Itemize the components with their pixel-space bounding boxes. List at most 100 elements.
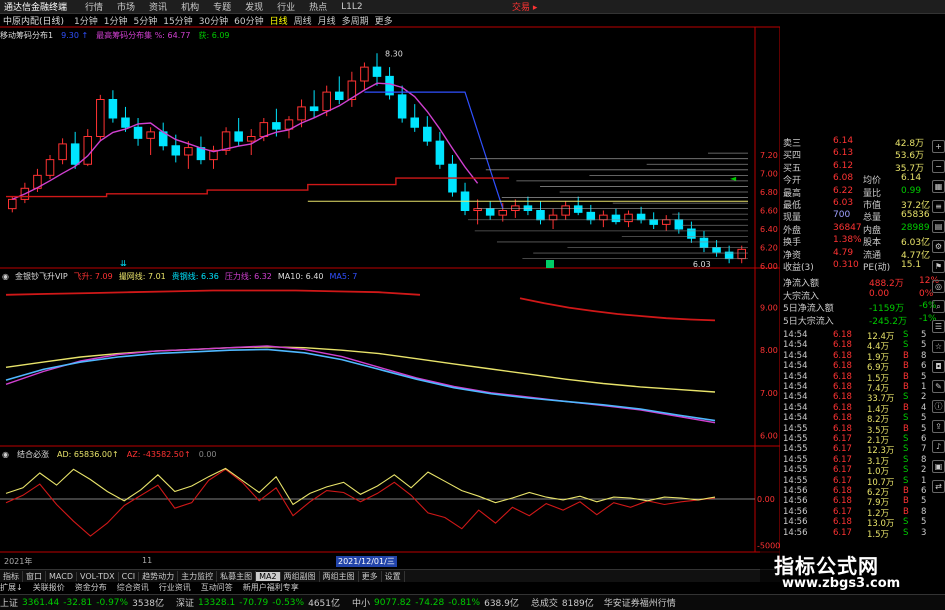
candle-body	[322, 91, 331, 112]
info-tab[interactable]: 关联报价	[33, 582, 65, 593]
tick-row: 14:55 6.17 3.1万 S 8	[783, 454, 933, 467]
candle-body	[624, 213, 633, 223]
watermark-url: www.zbgs3.com	[782, 576, 901, 591]
indicator-name[interactable]: 金银钞飞升VIP	[15, 271, 68, 282]
tick-price: 6.17	[833, 454, 852, 465]
quote-row: 今开 6.08 均价 6.14	[783, 173, 943, 186]
indicator-name[interactable]: 结合必涨	[17, 449, 49, 460]
indicator-tab[interactable]: 两组副图	[281, 570, 320, 582]
candle-body	[297, 106, 306, 121]
quote-label: 买五	[783, 163, 802, 174]
star-icon[interactable]: ☆	[932, 340, 945, 353]
quote-row: 卖三 6.14 42.8万	[783, 136, 943, 149]
indicator-tab[interactable]: 趋势动力	[139, 570, 179, 582]
ma-line	[12, 82, 479, 201]
broker-name[interactable]: 华安证券福州行情	[604, 596, 676, 609]
quote-row: 净资 4.79 流通 4.77亿	[783, 247, 943, 261]
quote-label: 收益(3)	[783, 263, 814, 273]
info-tab[interactable]: 资金分布	[75, 582, 107, 593]
bell-icon[interactable]: ♪	[932, 440, 945, 453]
info-tab[interactable]: 综合资讯	[117, 582, 149, 593]
info-tab[interactable]: 扩展↓	[0, 582, 23, 593]
candle-body	[636, 213, 646, 221]
indicator-tab[interactable]: MACD	[46, 571, 77, 581]
indicator-tab[interactable]: 主力监控	[178, 570, 218, 582]
tick-row: 14:54 6.18 12.4万 S 5	[783, 330, 933, 342]
gear-icon[interactable]: ◉	[2, 272, 9, 281]
tick-side: B	[903, 506, 909, 517]
quote-label: 最低	[783, 201, 802, 211]
candle-body	[611, 214, 621, 223]
sub1-axis-label: 7.00	[760, 389, 778, 398]
tick-count: 8	[921, 350, 927, 361]
indicator-tab[interactable]: 更多	[359, 570, 382, 582]
quote-label: 流通	[863, 250, 882, 261]
quote-value: 6.22	[833, 185, 854, 196]
right-toolstrip: + − ▦ ≡ ▤ ⚙ ⚑ ◎ ⌕ ☰ ☆ ◘ ✎ ⓘ ⇪ ♪ ▣ ⇄	[930, 136, 945, 556]
quote-value: 1.38%	[833, 235, 862, 246]
indicator-tab[interactable]: 私募主图	[217, 570, 257, 582]
index-name[interactable]: 中小	[352, 596, 370, 609]
indicator-tab[interactable]: VOL-TDX	[77, 571, 119, 581]
tick-price: 6.17	[833, 465, 852, 476]
tick-time: 14:54	[783, 402, 808, 413]
legend-item: AZ: -43582.50↑	[126, 449, 191, 459]
candle-body	[586, 211, 596, 221]
flag-icon[interactable]: ⚑	[932, 260, 945, 273]
flow-label: 大宗流入	[783, 291, 820, 302]
tick-side: S	[903, 465, 909, 476]
candle-body	[523, 205, 533, 211]
tick-side: B	[903, 423, 909, 434]
indicator-tab[interactable]: 指标	[0, 570, 23, 582]
tick-count: 2	[921, 465, 927, 476]
info-tab[interactable]: 新用户福利专享	[243, 582, 299, 593]
info-tab[interactable]: 行业资讯	[159, 582, 191, 593]
calendar-icon[interactable]: ▣	[932, 460, 945, 473]
gear-icon[interactable]: ◉	[2, 450, 9, 459]
tick-price: 6.18	[833, 402, 852, 413]
share-icon[interactable]: ⇪	[932, 420, 945, 433]
menu-icon[interactable]: ☰	[932, 320, 945, 333]
tick-count: 6	[921, 434, 927, 444]
index-name[interactable]: 上证	[0, 596, 18, 609]
candle-body	[171, 145, 181, 156]
search-icon[interactable]: ⌕	[932, 300, 945, 313]
list-icon[interactable]: ≡	[932, 200, 945, 213]
tick-row: 14:56 6.17 1.2万 B 8	[783, 506, 933, 519]
flow-value: -1159万	[869, 304, 905, 315]
tick-row: 14:54 6.18 1.5万 B 5	[783, 371, 933, 384]
chart-area[interactable]: 8.30 6.03 7.20 7.00 6.80 6.60 6.40 6.20 6.00 9.0…	[0, 0, 780, 569]
grid-icon[interactable]: ▦	[932, 180, 945, 193]
tick-side: B	[903, 496, 909, 507]
quote-value: 4.79	[833, 247, 854, 258]
settings-icon[interactable]: ⚙	[932, 240, 945, 253]
tick-price: 6.18	[833, 371, 852, 382]
candle-body	[96, 99, 105, 137]
tick-price: 6.18	[833, 392, 852, 403]
quote-label: 股本	[863, 238, 882, 249]
quote-volume: 53.6万	[895, 151, 925, 162]
index-name[interactable]: 深证	[176, 596, 194, 609]
note-icon[interactable]: ✎	[932, 380, 945, 393]
candle-body	[737, 248, 746, 260]
indicator-tab[interactable]: 两组主图	[320, 570, 359, 582]
indicator-tab[interactable]: CCI	[119, 571, 140, 581]
info-icon[interactable]: ⓘ	[932, 400, 945, 413]
lock-icon[interactable]: ◘	[932, 360, 945, 373]
indicator-tab[interactable]: 设置	[382, 570, 405, 582]
indicator-tab[interactable]: MA2	[256, 571, 281, 581]
tick-list[interactable]: 14:54 6.18 12.4万 S 5 14:54 6.18 4.4万 S 5 14:54 6.18…	[781, 330, 945, 540]
date-label: 2021年	[4, 557, 33, 566]
info-tab[interactable]: 互动问答	[201, 582, 233, 593]
tick-price: 6.17	[833, 527, 852, 538]
zoom-out-icon[interactable]: −	[932, 160, 945, 173]
flow-value: -245.2万	[869, 316, 908, 327]
target-icon[interactable]: ◎	[932, 280, 945, 293]
zoom-in-icon[interactable]: +	[932, 140, 945, 153]
chart-icon[interactable]: ▤	[932, 220, 945, 233]
tick-row: 14:54 6.18 6.9万 B 6	[783, 361, 933, 373]
tick-time: 14:56	[783, 527, 808, 538]
indicator-tab[interactable]: 窗口	[23, 570, 46, 582]
capital-flow-panel: 净流入额 488.2万 12% 大宗流入 0.00 0% 5日净流入额 -1159万 -6% 5日…	[781, 276, 945, 328]
compare-icon[interactable]: ⇄	[932, 480, 945, 493]
